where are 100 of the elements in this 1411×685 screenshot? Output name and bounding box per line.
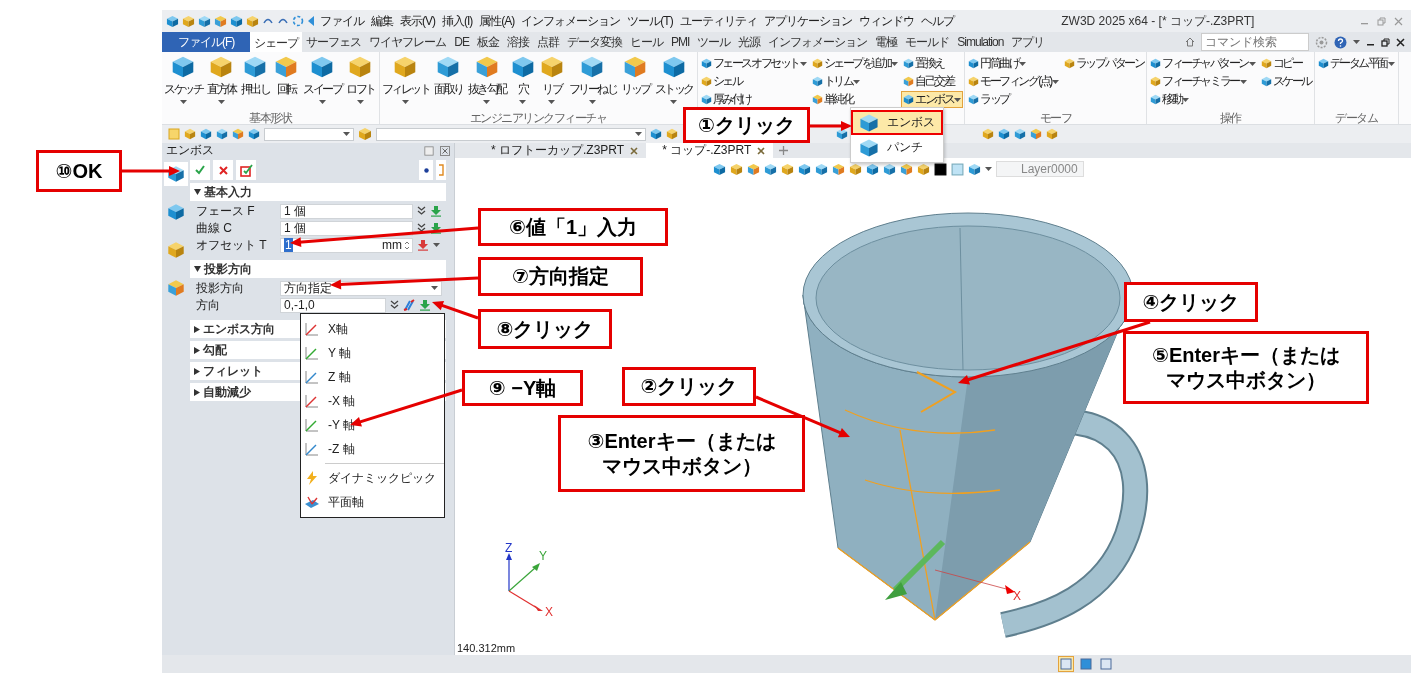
status-view-button[interactable] <box>1058 656 1074 672</box>
menu-item[interactable]: -X 軸 <box>301 389 444 413</box>
cancel-button[interactable] <box>213 160 233 180</box>
toolbar-block-icon[interactable] <box>232 128 244 140</box>
ribbon-small-button[interactable]: データム平面 <box>1315 55 1397 72</box>
ribbon-tab[interactable]: ヒール <box>626 32 667 52</box>
ribbon-small-button[interactable]: シェル <box>698 73 809 90</box>
toolbar-block-icon[interactable] <box>1014 128 1026 140</box>
menu-item[interactable]: -Z 軸 <box>301 437 444 461</box>
toolbar-block-icon[interactable] <box>184 128 196 140</box>
toolbar-block-icon[interactable] <box>900 162 913 176</box>
ribbon-small-button[interactable]: フィーチャ ミラー <box>1148 73 1258 90</box>
document-tab[interactable]: * ロフトーカップ.Z3PRT <box>475 143 647 158</box>
plus-icon[interactable] <box>779 146 789 155</box>
arrow-down-icon[interactable] <box>430 205 442 217</box>
menu-item[interactable]: ユーティリティ <box>677 12 759 30</box>
ribbon-button[interactable]: 面取り <box>433 55 464 104</box>
dashed-circle-icon[interactable] <box>292 15 304 27</box>
ribbon-small-button[interactable]: フィーチャパターン <box>1148 55 1258 72</box>
ribbon-tab[interactable]: 点群 <box>533 32 563 52</box>
ribbon-tab[interactable]: 電極 <box>871 32 902 52</box>
arrow-down-icon[interactable] <box>419 299 431 311</box>
toolbar-block-icon[interactable] <box>666 128 678 140</box>
status-view-button[interactable] <box>1078 656 1094 672</box>
ribbon-small-button[interactable]: スケール <box>1258 73 1313 90</box>
toolbar-block-icon[interactable] <box>866 162 879 176</box>
selection-field[interactable]: 1 個 <box>280 203 413 219</box>
ribbon-small-button[interactable]: 単純化 <box>809 91 901 108</box>
info-button[interactable] <box>419 160 433 180</box>
selection-field[interactable]: 1 個 <box>280 220 413 236</box>
ribbon-tab[interactable]: 溶接 <box>503 32 533 52</box>
help-icon[interactable] <box>1334 35 1347 49</box>
document-tab[interactable]: * コップ-.Z3PRT <box>646 143 774 158</box>
toolbar-block-icon[interactable] <box>998 128 1010 140</box>
ribbon-button[interactable]: ロフト <box>345 55 376 104</box>
ribbon-small-button[interactable]: エンボス <box>901 91 964 108</box>
ribbon-button[interactable]: リップ <box>620 55 651 104</box>
toolbar-block-icon[interactable] <box>166 14 179 28</box>
double-chevron-icon[interactable] <box>417 206 426 216</box>
toolbar-block-icon[interactable] <box>832 162 845 176</box>
ribbon-button[interactable]: 押出し <box>239 55 270 104</box>
toolbar-block-icon[interactable] <box>1046 128 1058 140</box>
ribbon-button[interactable]: フィレット <box>380 55 430 104</box>
dropdown-menu-item[interactable]: パンチ <box>851 135 943 160</box>
toolbar-block-icon[interactable] <box>1030 128 1042 140</box>
toolbar-block-icon[interactable] <box>713 162 726 176</box>
menu-item[interactable]: X軸 <box>301 317 444 341</box>
ribbon-button[interactable]: 直方体 <box>206 55 237 104</box>
ribbon-button[interactable]: スイープ <box>302 55 342 104</box>
pin-icon[interactable] <box>424 145 434 156</box>
menu-item[interactable]: Y 軸 <box>301 341 444 365</box>
menu-item[interactable]: ウィンドウ <box>856 12 916 30</box>
menu-item[interactable]: 属性(A) <box>477 12 517 30</box>
ribbon-small-button[interactable]: モーフィング (点) <box>966 73 1061 90</box>
ribbon-small-button[interactable]: ラップ <box>966 91 1061 108</box>
ribbon-small-button[interactable]: トリム <box>809 73 901 90</box>
ribbon-tab[interactable]: アプリ <box>1007 32 1049 52</box>
ribbon-tab[interactable]: ワイヤフレーム <box>365 32 451 52</box>
menu-item[interactable]: 平面軸 <box>301 490 444 514</box>
settings-icon[interactable] <box>1315 35 1328 49</box>
toolbar-block-icon[interactable] <box>358 127 372 141</box>
menu-item[interactable]: ダイナミックピック <box>301 466 444 490</box>
ribbon-tab[interactable]: 光源 <box>734 32 765 52</box>
dropdown-menu-item[interactable]: エンボス <box>851 110 943 135</box>
toolbar-block-icon[interactable] <box>764 162 777 176</box>
ribbon-tab[interactable]: DE <box>450 32 473 52</box>
double-chevron-icon[interactable] <box>417 223 426 233</box>
toolbar-block-icon[interactable] <box>200 128 212 140</box>
ribbon-tab[interactable]: インフォメーション <box>764 32 872 52</box>
section-header[interactable]: 基本入力 <box>190 183 446 201</box>
toolbar-block-icon[interactable] <box>198 14 211 28</box>
ribbon-small-button[interactable]: 置換え <box>901 55 964 72</box>
ribbon-small-button[interactable]: 移動 <box>1148 91 1258 108</box>
menu-item[interactable]: 編集 <box>369 12 395 30</box>
toolbar-block-icon[interactable] <box>230 14 243 28</box>
ribbon-small-button[interactable]: フェース オフセット <box>698 55 809 72</box>
menu-item[interactable]: アプリケーション <box>761 12 854 30</box>
ribbon-small-button[interactable]: 自己交差 <box>901 73 964 90</box>
toolbar-block-icon[interactable] <box>781 162 794 176</box>
toolbar-block-icon[interactable] <box>730 162 743 176</box>
toolbar-block-icon[interactable] <box>747 162 760 176</box>
menu-item[interactable]: インフォメーション <box>519 12 623 30</box>
status-view-button[interactable] <box>1098 656 1114 672</box>
toolbar-block-icon[interactable] <box>216 128 228 140</box>
menu-item[interactable]: 挿入(I) <box>440 12 475 30</box>
ribbon-tab[interactable]: PMI <box>667 32 694 52</box>
arrow-down-icon[interactable] <box>430 222 442 234</box>
ribbon-button[interactable]: リブ <box>538 55 565 104</box>
section-header[interactable]: 投影方向 <box>190 260 446 278</box>
ribbon-button[interactable]: 穴 <box>509 55 536 104</box>
menu-item[interactable]: ツール(T) <box>625 12 675 30</box>
menu-item[interactable]: 表示(V) <box>398 12 437 30</box>
toolbar-block-icon[interactable] <box>815 162 828 176</box>
toolbar-block-icon[interactable] <box>214 14 227 28</box>
menu-item[interactable]: ファイル <box>318 12 366 30</box>
ribbon-tab[interactable]: Simulation <box>953 32 1008 52</box>
ribbon-tab[interactable]: 板金 <box>473 32 503 52</box>
ribbon-tab[interactable]: データ変換 <box>563 32 626 52</box>
ribbon-tab[interactable]: モールド <box>901 32 954 52</box>
ribbon-button[interactable]: スケッチ <box>163 55 203 104</box>
